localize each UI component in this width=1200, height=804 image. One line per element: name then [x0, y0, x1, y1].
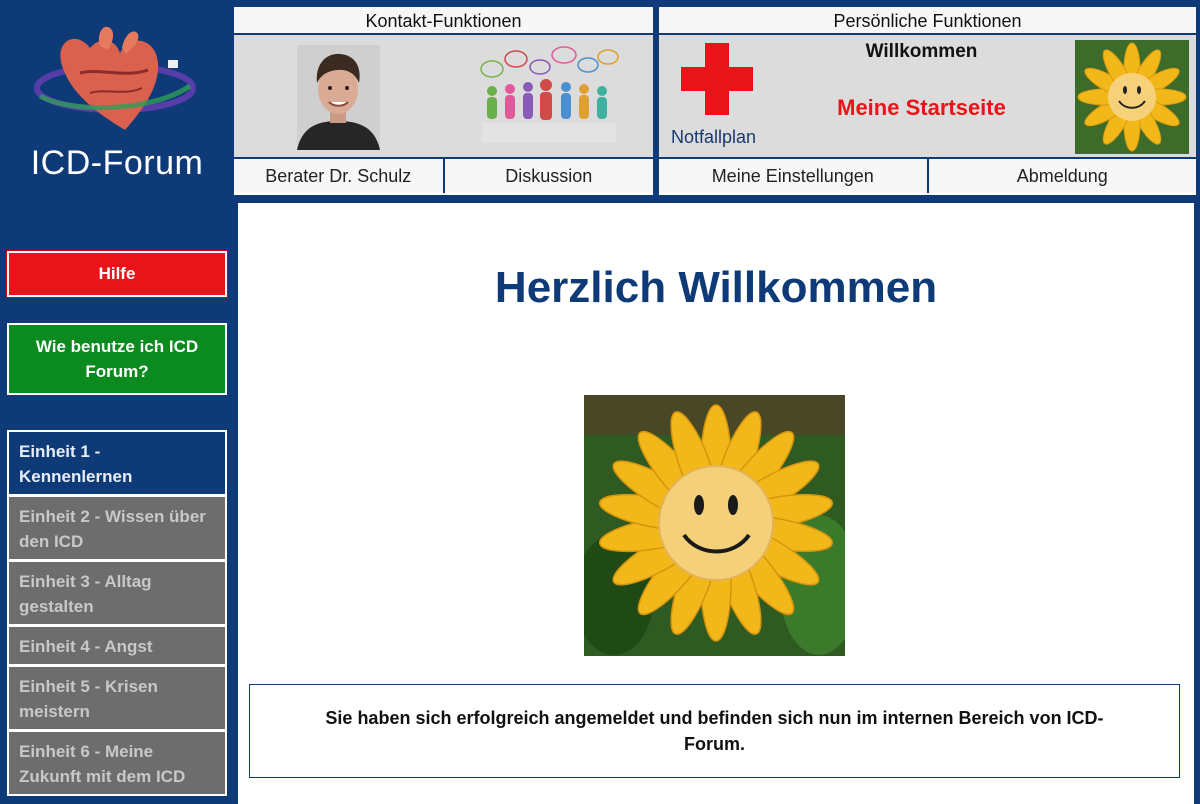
startpage-link[interactable]: Meine Startseite: [809, 95, 1034, 121]
logout-link[interactable]: Abmeldung: [926, 159, 1196, 193]
contact-panel-links: Berater Dr. Schulz Diskussion: [234, 159, 653, 193]
emergency-plan-link[interactable]: Notfallplan: [671, 127, 756, 148]
unit-item-6[interactable]: Einheit 6 - Meine Zukunft mit dem ICD: [7, 731, 227, 796]
sidebar: ICD-Forum Hilfe Wie benutze ich ICD Foru…: [0, 0, 234, 804]
unit-item-2[interactable]: Einheit 2 - Wissen über den ICD: [7, 496, 227, 561]
discussion-link[interactable]: Diskussion: [442, 159, 653, 193]
login-success-notice: Sie haben sich erfolgreich angemeldet un…: [249, 684, 1180, 778]
personal-panel-body: Notfallplan Willkommen Meine Startseite: [659, 35, 1196, 159]
contact-panel-title: Kontakt-Funktionen: [234, 7, 653, 35]
personal-panel-links: Meine Einstellungen Abmeldung: [659, 159, 1196, 193]
howto-button[interactable]: Wie benutze ich ICD Forum?: [7, 323, 227, 395]
unit-item-3[interactable]: Einheit 3 - Alltag gestalten: [7, 561, 227, 626]
settings-link[interactable]: Meine Einstellungen: [659, 159, 927, 193]
unit-item-5[interactable]: Einheit 5 - Krisen meistern: [7, 666, 227, 731]
unit-nav: Einheit 1 - Kennenlernen Einheit 2 - Wis…: [7, 430, 227, 796]
people-speech-bubbles-icon[interactable]: [474, 43, 624, 153]
unit-item-1[interactable]: Einheit 1 - Kennenlernen: [7, 430, 227, 496]
help-button[interactable]: Hilfe: [6, 250, 228, 298]
contact-panel-body: [234, 35, 653, 159]
unit-item-4[interactable]: Einheit 4 - Angst: [7, 626, 227, 666]
brand-title: ICD-Forum: [30, 144, 204, 182]
sunflower-smiley-icon[interactable]: [1075, 40, 1189, 154]
contact-panel: Kontakt-Funktionen Berater Dr. Schulz Di…: [234, 7, 653, 195]
main-content: Herzlich Willkommen Sie haben sich erfol…: [238, 203, 1194, 804]
page-title: Herzlich Willkommen: [494, 263, 938, 312]
personal-panel: Persönliche Funktionen Notfallplan Willk…: [659, 7, 1196, 195]
advisor-link[interactable]: Berater Dr. Schulz: [234, 159, 443, 193]
sunflower-image: [584, 395, 845, 656]
red-cross-icon[interactable]: [681, 43, 753, 115]
heart-logo-icon[interactable]: [30, 18, 200, 138]
welcome-label: Willkommen: [865, 41, 978, 62]
advisor-photo[interactable]: [297, 45, 380, 150]
personal-panel-title: Persönliche Funktionen: [659, 7, 1196, 35]
